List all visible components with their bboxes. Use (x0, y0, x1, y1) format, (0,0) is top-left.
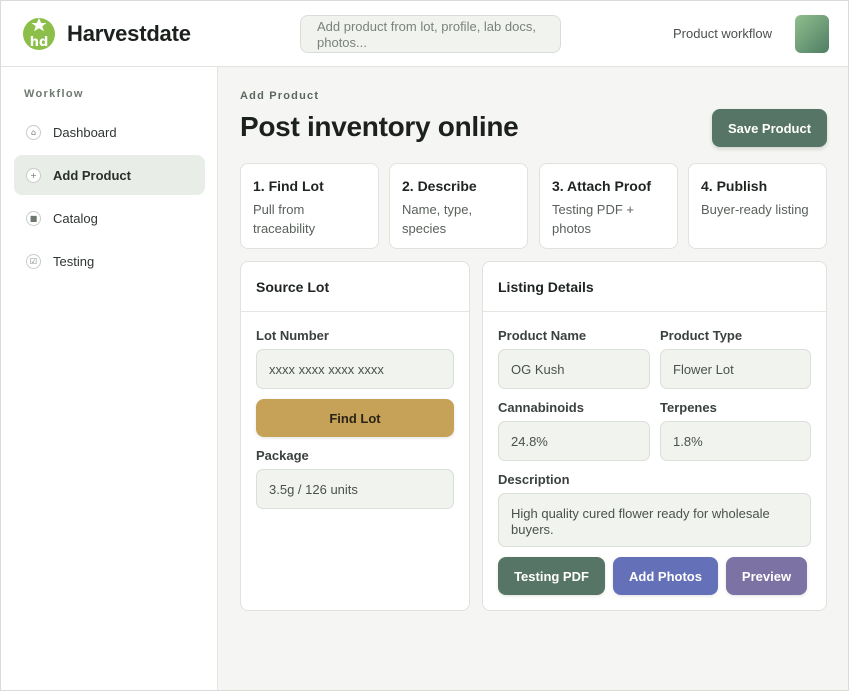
lot-number-label: Lot Number (256, 328, 329, 343)
step-description: Name, type, species (402, 202, 473, 236)
plus-icon: + (26, 167, 41, 183)
search-input[interactable]: Add product from lot, profile, lab docs,… (300, 15, 561, 53)
package-field[interactable]: 3.5g / 126 units (256, 469, 454, 509)
step-description: Pull from traceability (253, 202, 316, 236)
step-title: 3. Attach Proof (552, 178, 652, 194)
step-card-describe[interactable]: 2. Describe Name, type, species (389, 163, 528, 249)
product-type-label: Product Type (660, 328, 743, 343)
sidebar-item-testing[interactable]: ☑ Testing (14, 241, 205, 281)
sidebar: Workflow ⌂ Dashboard + Add Product ■ Cat… (1, 67, 218, 690)
cannabinoids-input[interactable]: 24.8% (498, 421, 650, 461)
sidebar-item-add-product[interactable]: + Add Product (14, 155, 205, 195)
home-icon: ⌂ (26, 124, 41, 140)
cannabinoids-label: Cannabinoids (498, 400, 584, 415)
step-description: Buyer-ready listing (701, 202, 809, 217)
card-title: Listing Details (483, 262, 826, 312)
hd-star-logo-icon[interactable]: hd (22, 15, 56, 51)
step-card-publish[interactable]: 4. Publish Buyer-ready listing (688, 163, 827, 249)
square-icon: ■ (26, 210, 41, 226)
product-name-label: Product Name (498, 328, 587, 343)
svg-text:hd: hd (30, 35, 49, 50)
step-title: 4. Publish (701, 178, 768, 194)
lot-number-input[interactable]: xxxx xxxx xxxx xxxx (256, 349, 454, 389)
save-product-button[interactable]: Save Product (712, 109, 827, 147)
sidebar-item-label: Dashboard (53, 124, 117, 140)
page-eyebrow: Add Product (240, 90, 320, 102)
testing-pdf-button[interactable]: Testing PDF (498, 557, 605, 595)
preview-button[interactable]: Preview (726, 557, 807, 595)
terpenes-input[interactable]: 1.8% (660, 421, 811, 461)
app-window: hd Harvestdate Add product from lot, pro… (0, 0, 849, 691)
product-type-input[interactable]: Flower Lot (660, 349, 811, 389)
page-title: Post inventory online (240, 111, 519, 142)
sidebar-item-label: Add Product (53, 167, 131, 183)
sidebar-item-label: Testing (53, 253, 95, 269)
add-photos-button[interactable]: Add Photos (613, 557, 718, 595)
sidebar-item-label: Catalog (53, 210, 98, 226)
product-name-input[interactable]: OG Kush (498, 349, 650, 389)
top-bar: hd Harvestdate Add product from lot, pro… (1, 1, 848, 67)
checkbox-icon: ☑ (26, 253, 41, 269)
find-lot-button[interactable]: Find Lot (256, 399, 454, 437)
sidebar-item-dashboard[interactable]: ⌂ Dashboard (14, 112, 205, 152)
step-card-find-lot[interactable]: 1. Find Lot Pull from traceability (240, 163, 379, 249)
avatar[interactable] (795, 15, 829, 53)
card-title: Source Lot (241, 262, 469, 312)
terpenes-label: Terpenes (660, 400, 717, 415)
sidebar-item-catalog[interactable]: ■ Catalog (14, 198, 205, 238)
step-title: 2. Describe (402, 178, 477, 194)
brand-name: Harvestdate (67, 21, 191, 46)
description-label: Description (498, 472, 570, 487)
step-title: 1. Find Lot (253, 178, 324, 194)
workflow-label: Product workflow (673, 26, 772, 41)
description-textarea[interactable]: High quality cured flower ready for whol… (498, 493, 811, 547)
step-card-attach-proof[interactable]: 3. Attach Proof Testing PDF + photos (539, 163, 678, 249)
package-label: Package (256, 448, 309, 463)
step-description: Testing PDF + photos (552, 202, 635, 236)
sidebar-heading: Workflow (24, 88, 84, 100)
